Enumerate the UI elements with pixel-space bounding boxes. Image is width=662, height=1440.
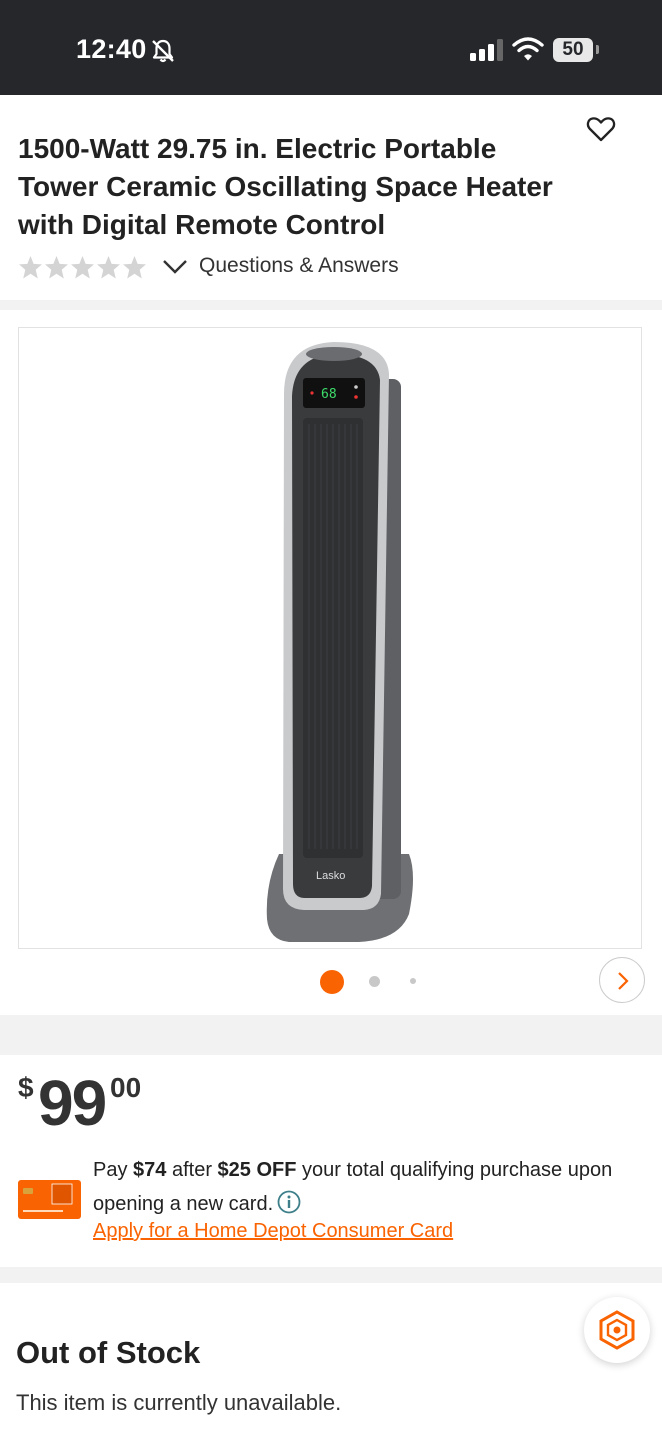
signal-icon [470, 39, 503, 61]
promo-after: after [166, 1159, 218, 1181]
stock-status-title: Out of Stock [16, 1335, 201, 1370]
carousel-dot[interactable] [410, 978, 416, 984]
section-divider [0, 300, 662, 310]
star-icon [123, 256, 146, 279]
price-currency: $ [18, 1072, 34, 1103]
promo-pay-amount: $74 [133, 1159, 167, 1181]
display-reading: 68 [321, 387, 337, 402]
price-whole: 99 [38, 1067, 107, 1139]
product-image: 68 Lasko [266, 342, 413, 942]
heart-icon[interactable] [586, 115, 616, 143]
chevron-down-icon[interactable] [162, 258, 188, 276]
star-icon [97, 256, 120, 279]
chevron-right-icon [618, 972, 629, 990]
apply-card-link[interactable]: Apply for a Home Depot Consumer Card [93, 1220, 453, 1243]
section-divider [0, 1015, 662, 1055]
assistant-button[interactable] [584, 1297, 650, 1363]
bell-slash-icon [152, 39, 174, 63]
product-title: 1500-Watt 29.75 in. Electric Portable To… [18, 133, 553, 240]
wifi-icon [512, 37, 544, 61]
next-image-button[interactable] [599, 957, 645, 1003]
star-icon [45, 256, 68, 279]
star-icon [71, 256, 94, 279]
battery-tip [596, 45, 599, 54]
promo-text: Pay $74 after $25 OFF your total qualify… [93, 1153, 653, 1221]
brand-label: Lasko [316, 870, 345, 882]
battery-icon: 50 [553, 38, 593, 62]
hexagon-assistant-icon [599, 1310, 635, 1350]
carousel-dot[interactable] [369, 976, 380, 987]
credit-card-icon [18, 1180, 81, 1219]
rating-stars[interactable] [18, 255, 147, 281]
star-icon [19, 256, 42, 279]
carousel-dot-active[interactable] [320, 970, 344, 994]
product-image-frame[interactable]: 68 Lasko [18, 327, 645, 1003]
section-divider [0, 1267, 662, 1283]
promo-discount: $25 OFF [217, 1159, 297, 1181]
status-bar: 12:40 50 [0, 0, 662, 95]
stock-status-message: This item is currently unavailable. [16, 1390, 342, 1415]
promo-pay-prefix: Pay [93, 1159, 134, 1181]
info-icon[interactable] [277, 1190, 301, 1214]
questions-answers-link[interactable]: Questions & Answers [199, 254, 399, 278]
status-time: 12:40 [76, 34, 147, 64]
price-cents: 00 [110, 1072, 142, 1103]
